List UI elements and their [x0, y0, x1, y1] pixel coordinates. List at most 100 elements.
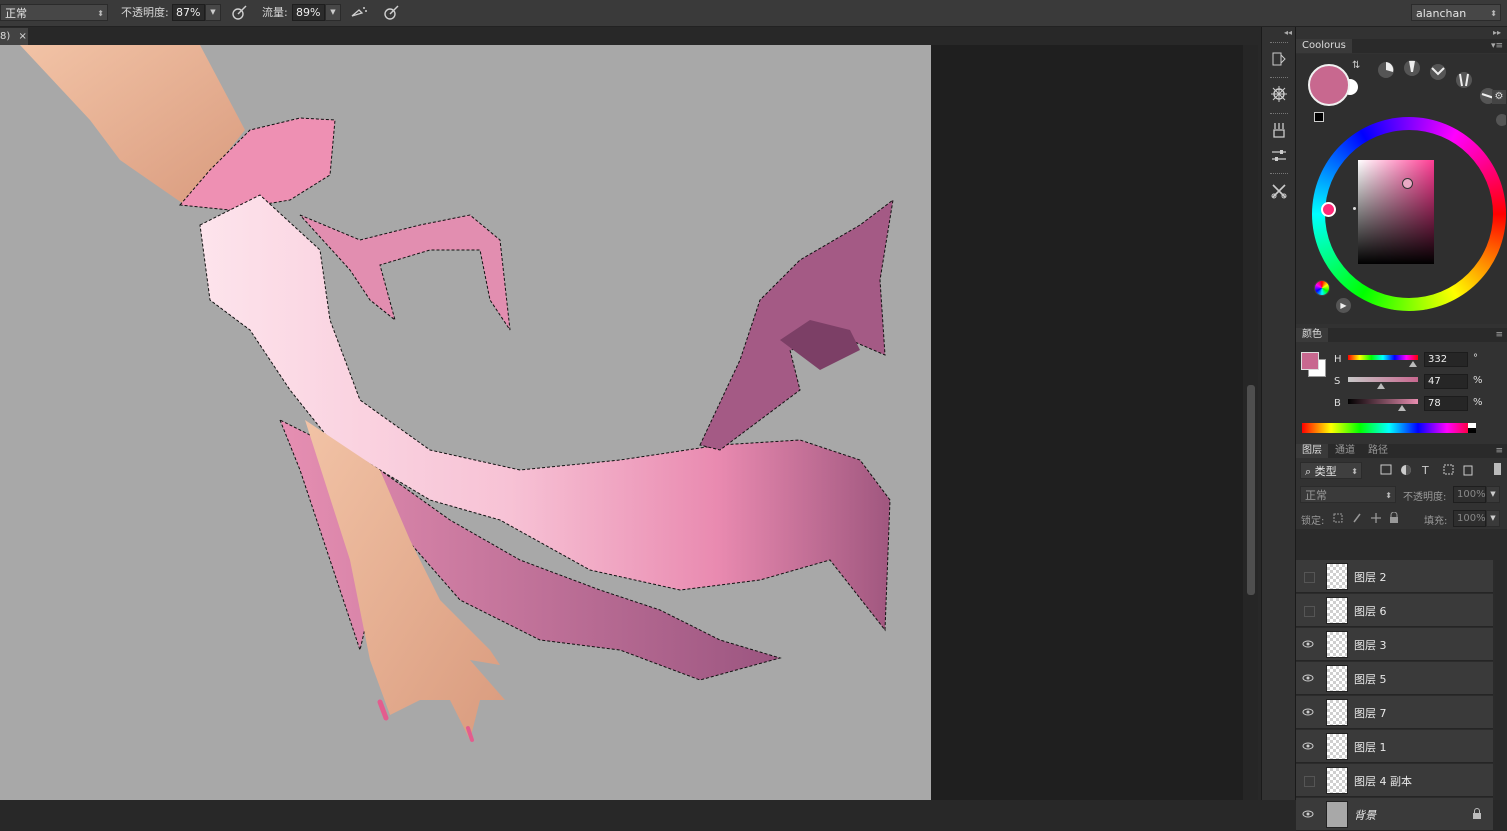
layer-row[interactable]: 图层 3 [1296, 628, 1493, 661]
spectrum-black-swatch[interactable] [1468, 428, 1476, 433]
settings-gear-icon[interactable]: ⚙ [1492, 90, 1506, 104]
scrollbar-thumb[interactable] [1247, 385, 1255, 595]
hue-slider[interactable] [1348, 355, 1418, 360]
default-colors-icon[interactable] [1314, 112, 1324, 122]
color-wheel-mode-icon[interactable] [1314, 280, 1330, 296]
opacity-slider-button[interactable]: ▼ [205, 4, 221, 21]
layer-filter-dropdown[interactable]: ⌕ 类型 ⬍ [1300, 462, 1362, 479]
brightness-slider[interactable] [1348, 399, 1418, 404]
document-tab[interactable]: 8) × [0, 28, 28, 45]
layer-name: 背景 [1354, 809, 1376, 822]
layers-scrollbar[interactable] [1495, 560, 1505, 800]
filter-toggle-switch[interactable] [1494, 463, 1501, 475]
hue-slider-handle[interactable] [1409, 361, 1417, 367]
layer-row[interactable]: 图层 1 [1296, 730, 1493, 763]
brush-presets-icon[interactable] [1270, 121, 1288, 139]
layer-name: 图层 7 [1354, 707, 1387, 720]
layer-blend-dropdown[interactable]: 正常 ⬍ [1300, 486, 1396, 503]
fill-input[interactable]: 100% [1453, 510, 1486, 527]
eye-icon[interactable] [1302, 808, 1314, 820]
lock-icons[interactable] [1332, 512, 1402, 524]
saturation-slider-handle[interactable] [1377, 383, 1385, 389]
document-tab-label: 8) [0, 31, 11, 42]
pressure-opacity-icon[interactable] [230, 4, 248, 22]
opacity-label: 不透明度: [121, 6, 169, 19]
document-tab-bar [0, 27, 1260, 45]
visibility-toggle[interactable] [1304, 606, 1315, 617]
hue-picker-handle[interactable] [1321, 202, 1336, 217]
search-icon: ⌕ [1305, 465, 1315, 478]
tab-color[interactable]: 颜色 [1296, 328, 1328, 342]
options-bar: 正常 ⬍ 不透明度: 87% ▼ 流量: 89% ▼ alanchan ⬍ [0, 0, 1507, 27]
brightness-slider-handle[interactable] [1398, 405, 1406, 411]
drag-grip[interactable] [1270, 173, 1288, 176]
tab-layers[interactable]: 图层 [1296, 444, 1328, 458]
layer-row[interactable]: 图层 6 [1296, 594, 1493, 627]
opacity-input[interactable]: 87% [172, 4, 205, 21]
visibility-toggle[interactable] [1304, 572, 1315, 583]
canvas[interactable] [0, 45, 931, 800]
ribbon-tail-small [299, 214, 511, 331]
play-icon[interactable]: ▶ [1336, 298, 1351, 313]
foreground-color-swatch[interactable] [1308, 64, 1350, 106]
eye-icon[interactable] [1302, 706, 1314, 718]
workspace-dropdown[interactable]: alanchan ⬍ [1411, 4, 1501, 21]
flow-slider-button[interactable]: ▼ [325, 4, 341, 21]
collapse-icon[interactable]: ◂◂ [1284, 28, 1292, 37]
brightness-input[interactable]: 78 [1424, 396, 1468, 411]
pressure-size-icon[interactable] [382, 4, 400, 22]
brightness-slider-row: B 78 % [1296, 395, 1507, 415]
hue-label: H [1334, 354, 1342, 365]
saturation-slider[interactable] [1348, 377, 1418, 382]
hue-input[interactable]: 332 [1424, 352, 1468, 367]
eye-icon[interactable] [1302, 672, 1314, 684]
layer-row[interactable]: 图层 4 副本 [1296, 764, 1493, 797]
tab-coolorus[interactable]: Coolorus [1296, 39, 1352, 53]
eye-icon[interactable] [1302, 638, 1314, 650]
saturation-label: S [1334, 376, 1341, 387]
flow-label: 流量: [262, 6, 288, 19]
layer-row[interactable]: 背景 [1296, 798, 1493, 831]
tool-presets-icon[interactable] [1270, 182, 1288, 200]
visibility-toggle[interactable] [1304, 776, 1315, 787]
close-icon[interactable]: × [18, 31, 26, 42]
drag-grip[interactable] [1270, 42, 1288, 45]
saturation-unit: % [1473, 375, 1483, 386]
fill-slider-button[interactable]: ▼ [1486, 510, 1500, 527]
saturation-brightness-square[interactable] [1358, 160, 1434, 264]
drag-grip[interactable] [1270, 77, 1288, 80]
hue-unit: ° [1473, 353, 1478, 364]
lock-icon [1473, 808, 1481, 819]
adjustments-icon[interactable] [1270, 147, 1288, 165]
fingernail [377, 699, 389, 721]
history-icon[interactable] [1270, 50, 1288, 68]
layer-thumbnail [1326, 801, 1348, 828]
lock-label: 锁定: [1301, 516, 1325, 527]
layer-opacity-slider-button[interactable]: ▼ [1486, 486, 1500, 503]
layer-row[interactable]: 图层 7 [1296, 696, 1493, 729]
panel-menu-icon[interactable]: ≡ [1495, 444, 1503, 458]
svg-text:T: T [1421, 464, 1429, 477]
tab-paths[interactable]: 路径 [1362, 444, 1394, 458]
layer-blend-value: 正常 [1305, 489, 1327, 502]
ribbon-upper [699, 198, 894, 451]
flow-input[interactable]: 89% [292, 4, 325, 21]
eye-icon[interactable] [1302, 740, 1314, 752]
panel-menu-icon[interactable]: ▾≡ [1491, 39, 1503, 53]
swap-colors-icon[interactable]: ⇅ [1352, 60, 1360, 71]
color-spectrum-bar[interactable] [1302, 423, 1476, 433]
sb-picker-handle[interactable] [1402, 178, 1413, 189]
drag-grip[interactable] [1270, 113, 1288, 116]
tab-channels[interactable]: 通道 [1329, 444, 1361, 458]
layer-filter-icons[interactable]: T [1380, 463, 1480, 477]
layer-row[interactable]: 图层 5 [1296, 662, 1493, 695]
airbrush-icon[interactable] [350, 4, 368, 22]
saturation-input[interactable]: 47 [1424, 374, 1468, 389]
layer-opacity-input[interactable]: 100% [1453, 486, 1486, 503]
panel-menu-icon[interactable]: ≡ [1495, 328, 1503, 342]
navigator-icon[interactable] [1270, 85, 1288, 103]
layer-row[interactable]: 图层 2 [1296, 560, 1493, 593]
layer-name: 图层 1 [1354, 741, 1387, 754]
expand-icon[interactable]: ▸▸ [1493, 28, 1501, 37]
blend-mode-dropdown[interactable]: 正常 ⬍ [0, 4, 108, 21]
